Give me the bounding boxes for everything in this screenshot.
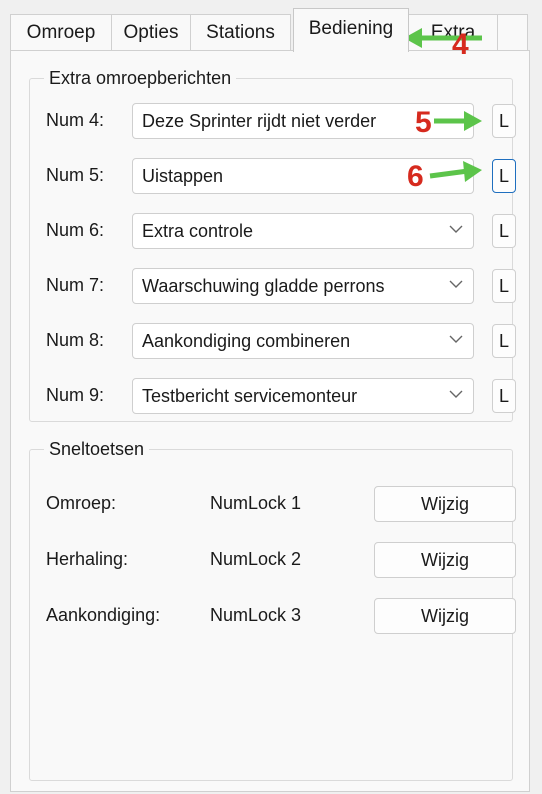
num8-dropdown[interactable]: Aankondiging combineren (132, 323, 474, 359)
annotation-arrow-right-icon (429, 161, 482, 182)
annotation-number-4: 4 (452, 28, 469, 61)
tab-omroep[interactable]: Omroep (10, 14, 112, 50)
num7-label: Num 7: (46, 275, 105, 295)
annotation-number-6: 6 (407, 160, 424, 193)
shortcuts-title: Sneltoetsen (44, 438, 150, 460)
num6-dropdown[interactable]: Extra controle (132, 213, 474, 249)
tab-omroep-label: Omroep (26, 22, 96, 43)
annotation-arrow-right-icon (434, 111, 482, 131)
num4-listen-button[interactable]: L (492, 104, 516, 138)
num5-listen-button[interactable]: L (492, 159, 516, 193)
shortcuts-group: Sneltoetsen Omroep: NumLock 1 Wijzig Her… (29, 438, 516, 781)
chevron-down-icon (449, 280, 463, 288)
num8-dropdown-value: Aankondiging combineren (142, 331, 351, 351)
shortcut-herhaling-change-button[interactable]: Wijzig (374, 542, 516, 578)
tab-bediening[interactable]: Bediening (293, 8, 409, 52)
num9-label: Num 9: (46, 385, 105, 405)
tab-stations[interactable]: Stations (190, 14, 291, 50)
shortcut-herhaling-label: Herhaling: (46, 549, 129, 569)
annotation-arrow-left-icon (404, 28, 482, 48)
num9-listen-button[interactable]: L (492, 379, 516, 413)
num9-dropdown-value: Testbericht servicemonteur (142, 386, 358, 406)
chevron-down-icon (449, 335, 463, 343)
annotation-number-5: 5 (415, 106, 432, 139)
tab-strip-filler (497, 14, 528, 50)
num8-listen-button[interactable]: L (492, 324, 516, 358)
num4-label: Num 4: (46, 110, 105, 130)
shortcut-herhaling-key: NumLock 2 (210, 549, 302, 569)
num6-listen-button[interactable]: L (492, 214, 516, 248)
shortcut-omroep-label: Omroep: (46, 493, 117, 513)
num6-label: Num 6: (46, 220, 105, 240)
chevron-down-icon (449, 225, 463, 233)
num7-dropdown-value: Waarschuwing gladde perrons (142, 276, 385, 296)
shortcut-aankondiging-label: Aankondiging: (46, 605, 161, 625)
tab-stations-label: Stations (206, 22, 275, 43)
num9-dropdown[interactable]: Testbericht servicemonteur (132, 378, 474, 414)
num5-label: Num 5: (46, 165, 105, 185)
tab-opties-label: Opties (123, 22, 179, 43)
num7-listen-button[interactable]: L (492, 269, 516, 303)
shortcut-aankondiging-change-button[interactable]: Wijzig (374, 598, 516, 634)
num6-dropdown-value: Extra controle (142, 221, 254, 241)
tab-bediening-label: Bediening (308, 18, 394, 39)
num8-label: Num 8: (46, 330, 105, 350)
shortcut-omroep-change-button[interactable]: Wijzig (374, 486, 516, 522)
tab-opties[interactable]: Opties (111, 14, 191, 50)
chevron-down-icon (449, 390, 463, 398)
shortcut-omroep-key: NumLock 1 (210, 493, 302, 513)
shortcut-aankondiging-key: NumLock 3 (210, 605, 302, 625)
num7-dropdown[interactable]: Waarschuwing gladde perrons (132, 268, 474, 304)
extra-messages-title: Extra omroepberichten (44, 67, 237, 89)
